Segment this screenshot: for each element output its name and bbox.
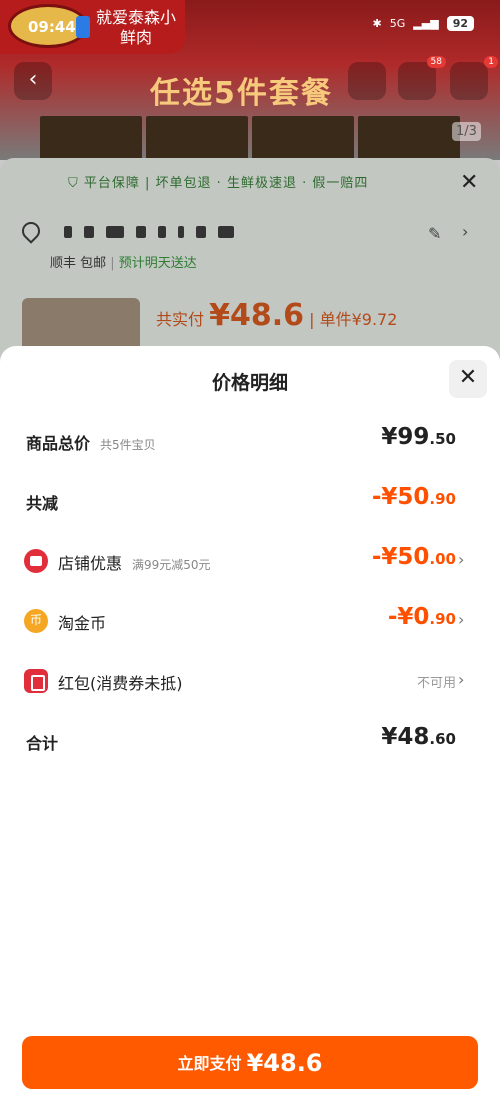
guarantee-label: 平台保障 | 坏单包退 · 生鲜极速退 · 假一赔四: [83, 176, 369, 191]
row-label: 共减: [26, 490, 58, 514]
row-total-discount: 共减 -¥50.90: [0, 482, 500, 522]
chevron-right-icon: ›: [458, 610, 465, 629]
row-subtotal: 商品总价 共5件宝贝 ¥99.50: [0, 422, 500, 462]
bluetooth-icon: ✱: [372, 17, 382, 30]
chevron-right-icon: ›: [458, 550, 465, 569]
cart-button[interactable]: 58: [398, 56, 446, 100]
thumbnail: [252, 116, 354, 160]
row-label: 淘金币: [58, 610, 106, 634]
subtotal-label: 商品总价: [26, 434, 91, 453]
pay-amount: ¥48.6: [246, 1049, 323, 1077]
more-button[interactable]: 1: [450, 56, 498, 100]
shop-coupon-value: -¥50.00: [372, 544, 456, 570]
pay-label: 立即支付: [177, 1054, 242, 1073]
thumbnail: [358, 116, 460, 160]
row-shop-coupon[interactable]: 店铺优惠 满99元减50元 -¥50.00 ›: [0, 542, 500, 582]
paid-label: 共实付: [156, 310, 205, 329]
page-indicator: 1/3: [452, 122, 481, 141]
store-name: 就爱泰森小鲜肉: [96, 8, 177, 47]
price-detail-modal: 价格明细 ✕ 商品总价 共5件宝贝 ¥99.50 共减 -¥50.90 店铺优惠满…: [0, 346, 500, 1111]
subtotal-value: ¥99.50: [381, 424, 456, 450]
shop-coupon-label: 店铺优惠: [58, 554, 123, 573]
value-main: -¥50: [371, 484, 430, 510]
coin-label: 淘金币: [58, 614, 107, 633]
row-label: 店铺优惠 满99元减50元: [58, 550, 211, 574]
delivery-estimate: 预计明天送达: [118, 256, 197, 271]
value-decimal: .90: [429, 490, 456, 508]
shield-icon: ⛉: [68, 176, 79, 191]
red-packet-label: 红包(消费券未抵): [58, 674, 183, 693]
shipping-label: 顺丰 包邮: [50, 256, 107, 271]
value-main: -¥0: [387, 604, 430, 630]
red-packet-icon: [24, 669, 48, 693]
row-total: 合计 ¥48.60: [0, 722, 500, 762]
subtotal-sub: 共5件宝贝: [100, 438, 156, 452]
value-main: ¥99: [381, 424, 430, 450]
paid-summary: 共实付 ¥48.6 | 单件¥9.72: [156, 298, 398, 333]
thumbnail-strip: [40, 116, 460, 160]
edit-icon[interactable]: ✎: [428, 224, 441, 243]
pay-now-button[interactable]: 立即支付 ¥48.6: [22, 1036, 478, 1089]
guarantee-text: ⛉ 平台保障 | 坏单包退 · 生鲜极速退 · 假一赔四: [68, 172, 368, 191]
row-red-packet[interactable]: 红包(消费券未抵) 不可用 ›: [0, 662, 500, 702]
shop-coupon-sub: 满99元减50元: [132, 558, 211, 572]
back-button[interactable]: ‹: [14, 62, 52, 100]
shipping-info: 顺丰 包邮 | 预计明天送达: [50, 256, 197, 271]
banner-title: 任选5件套餐: [150, 76, 333, 111]
coin-value: -¥0.90: [388, 604, 456, 630]
close-icon: ✕: [458, 365, 478, 390]
value-main: ¥48: [381, 724, 430, 750]
live-icon: [76, 16, 90, 38]
coin-icon: [24, 609, 48, 633]
row-taojinbi[interactable]: 淘金币 -¥0.90 ›: [0, 602, 500, 642]
close-icon[interactable]: ✕: [460, 170, 478, 195]
total-label: 合计: [26, 734, 59, 753]
shop-icon: [24, 549, 48, 573]
more-badge: 1: [484, 56, 498, 68]
chevron-left-icon: ‹: [28, 67, 38, 92]
share-button[interactable]: [348, 62, 386, 100]
battery-icon: 92: [446, 16, 474, 31]
value-decimal: .60: [429, 730, 456, 748]
discount-value: -¥50.90: [372, 484, 456, 510]
system-icons: ✱ 5G ▂▄▆ 92: [373, 16, 474, 31]
row-label: 商品总价 共5件宝贝: [26, 430, 156, 454]
value-decimal: .00: [429, 550, 456, 568]
chevron-right-icon: ›: [458, 670, 465, 689]
red-packet-status: 不可用: [416, 676, 456, 691]
value-decimal: .90: [429, 610, 456, 628]
status-time: 09:44: [28, 18, 76, 36]
thumbnail: [146, 116, 248, 160]
total-value: ¥48.60: [381, 724, 456, 750]
signal-icon: ▂▄▆: [413, 17, 439, 30]
value-decimal: .50: [429, 430, 456, 448]
paid-amount: ¥48.6: [209, 298, 305, 333]
discount-label: 共减: [26, 494, 59, 513]
network-label: 5G: [389, 17, 406, 30]
chevron-right-icon[interactable]: ›: [462, 222, 468, 241]
status-bar: 就爱泰森小鲜肉 09:44 ✱ 5G ▂▄▆ 92: [0, 0, 500, 54]
background-page: 就爱泰森小鲜肉 09:44 ✱ 5G ▂▄▆ 92 ‹ 任选5件套餐 58 1 …: [0, 0, 500, 400]
cart-badge: 58: [426, 56, 446, 68]
value-main: -¥50: [371, 544, 430, 570]
row-label: 合计: [26, 730, 58, 754]
unit-price: 单件¥9.72: [319, 310, 398, 329]
close-button[interactable]: ✕: [449, 360, 487, 398]
thumbnail: [40, 116, 142, 160]
row-label: 红包(消费券未抵): [58, 670, 183, 694]
address-masked[interactable]: [64, 226, 234, 238]
modal-title: 价格明细: [211, 372, 288, 394]
